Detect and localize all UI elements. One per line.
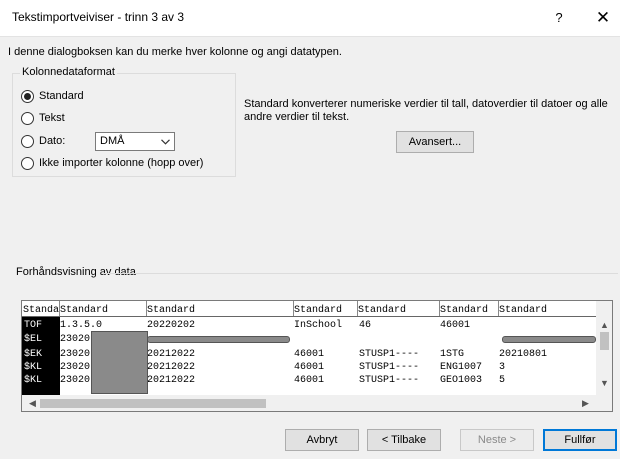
column-header[interactable]: Standard — [358, 305, 406, 316]
table-cell: 23020 — [60, 375, 91, 386]
scroll-left-icon[interactable]: ◀ — [24, 395, 41, 411]
column-separator — [146, 301, 147, 316]
column-format-group: Kolonnedataformat Standard Tekst Dato: D… — [12, 66, 236, 177]
column-format-legend: Kolonnedataformat — [20, 66, 117, 78]
table-cell: 46001 — [294, 362, 325, 373]
table-cell: 1STG — [440, 349, 465, 360]
table-cell: ENG1007 — [440, 362, 483, 373]
radio-text-label: Tekst — [39, 112, 65, 124]
column-header[interactable]: Standard — [440, 305, 488, 316]
table-cell: 20220202 — [147, 320, 196, 331]
column-separator — [439, 301, 440, 316]
table-cell: STUSP1---- — [359, 349, 420, 360]
table-cell: 46001 — [294, 349, 325, 360]
column-separator — [59, 301, 60, 316]
chevron-down-icon[interactable] — [157, 134, 173, 149]
title-bar: Tekstimportveiviser - trinn 3 av 3 ? ✕ — [0, 0, 620, 37]
format-description: Standard konverterer numeriske verdier t… — [244, 98, 608, 123]
back-button[interactable]: < Tilbake — [367, 429, 441, 451]
intro-text: I denne dialogboksen kan du merke hver k… — [8, 46, 342, 58]
table-cell: 3 — [499, 362, 506, 373]
header-underline — [22, 316, 596, 317]
radio-skip[interactable]: Ikke importer kolonne (hopp over) — [21, 155, 203, 171]
next-button[interactable]: Neste > — [460, 429, 534, 451]
advanced-button[interactable]: Avansert... — [396, 131, 474, 153]
table-cell: STUSP1---- — [359, 362, 420, 373]
preview-grid: Standard Standard Standard Standard Stan… — [22, 301, 596, 395]
table-cell: 20212022 — [147, 349, 196, 360]
window-title: Tekstimportveiviser - trinn 3 av 3 — [12, 10, 185, 24]
cancel-button[interactable]: Avbryt — [285, 429, 359, 451]
table-cell: 46001 — [440, 320, 471, 331]
table-cell: 46001 — [294, 375, 325, 386]
table-cell: $KL — [24, 375, 43, 386]
table-cell: 20210801 — [499, 349, 548, 360]
table-cell: $EK — [24, 349, 43, 360]
redacted-bar — [147, 336, 290, 343]
close-button[interactable]: ✕ — [591, 6, 615, 30]
radio-standard-label: Standard — [39, 90, 84, 102]
finish-button[interactable]: Fullfør — [543, 429, 617, 451]
radio-date-label: Dato: — [39, 135, 66, 147]
column-separator — [357, 301, 358, 316]
column-header[interactable]: Standard — [147, 305, 195, 316]
table-cell: 23020 — [60, 362, 91, 373]
column-header[interactable]: Standard — [60, 305, 108, 316]
radio-standard[interactable]: Standard — [21, 88, 84, 104]
scroll-right-icon[interactable]: ▶ — [577, 395, 594, 411]
scroll-down-icon[interactable]: ▼ — [596, 375, 612, 392]
radio-skip-label: Ikke importer kolonne (hopp over) — [39, 157, 204, 169]
table-cell: 23020 — [60, 349, 91, 360]
column-header[interactable]: Standard — [23, 305, 60, 316]
preview-label: Forhåndsvisning av data — [16, 266, 136, 278]
table-cell: 20212022 — [147, 362, 196, 373]
radio-date-indicator[interactable] — [21, 134, 34, 148]
column-separator — [293, 301, 294, 316]
table-cell: 5 — [499, 375, 506, 386]
table-cell: $EL — [24, 334, 43, 345]
table-cell: GEO1003 — [440, 375, 483, 386]
radio-text[interactable]: Tekst — [21, 110, 65, 126]
column-header[interactable]: Standard — [499, 305, 547, 316]
date-format-select[interactable]: DMÅ — [95, 132, 175, 151]
column-separator — [498, 301, 499, 316]
table-cell: $KL — [24, 362, 43, 373]
radio-date[interactable]: Dato: — [21, 133, 65, 149]
vertical-scroll-thumb[interactable] — [600, 332, 609, 350]
radio-text-indicator[interactable] — [21, 111, 34, 125]
table-cell: InSchool — [294, 320, 343, 331]
table-cell: TOF — [24, 320, 43, 331]
radio-standard-indicator[interactable] — [21, 89, 34, 103]
preview-divider — [103, 273, 618, 274]
date-format-value: DMÅ — [100, 135, 125, 147]
table-cell: 46 — [359, 320, 372, 331]
horizontal-scroll-thumb[interactable] — [40, 399, 266, 408]
table-cell: 1.3.5.0 — [60, 320, 103, 331]
radio-skip-indicator[interactable] — [21, 156, 34, 170]
help-button[interactable]: ? — [547, 6, 571, 30]
column-header[interactable]: Standard — [294, 305, 342, 316]
redacted-block — [91, 331, 148, 394]
redacted-bar — [502, 336, 596, 343]
table-cell: STUSP1---- — [359, 375, 420, 386]
data-preview[interactable]: Standard Standard Standard Standard Stan… — [21, 300, 613, 412]
table-cell: 23020 — [60, 334, 91, 345]
scrollbar-corner — [596, 395, 612, 411]
table-cell: 20212022 — [147, 375, 196, 386]
